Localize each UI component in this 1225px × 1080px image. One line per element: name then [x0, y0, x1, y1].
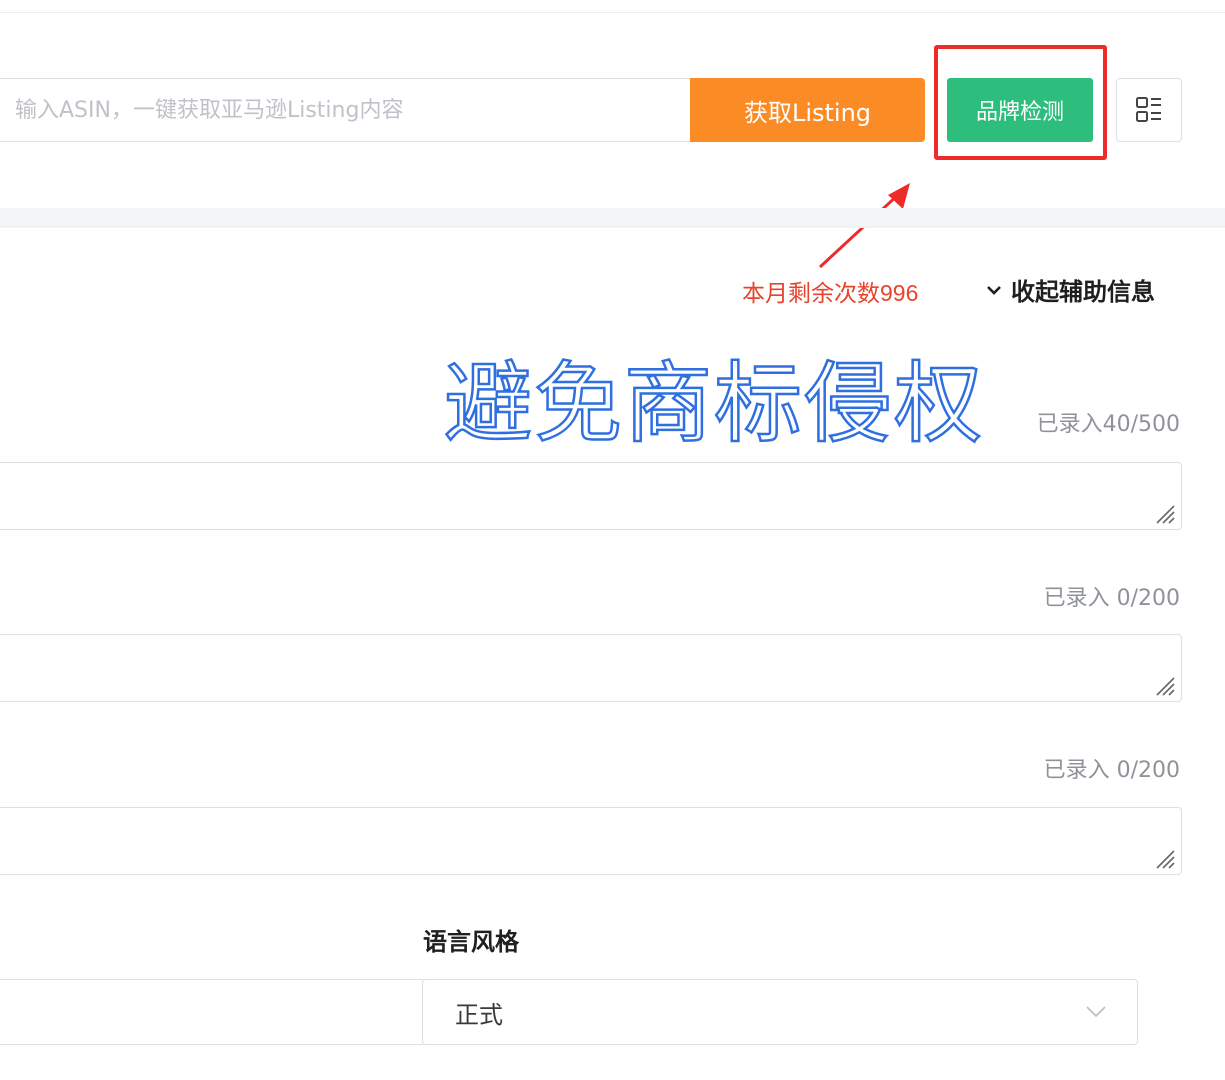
- resize-grip-icon[interactable]: [1153, 674, 1175, 696]
- chevron-down-icon: [987, 285, 1001, 295]
- resize-grip-icon[interactable]: [1153, 847, 1175, 869]
- char-counter: 已录入40/500: [1036, 412, 1180, 437]
- layout-toggle-button[interactable]: [1116, 78, 1182, 142]
- remaining-prefix: 本月剩余次数: [742, 281, 880, 307]
- top-divider: [0, 12, 1225, 13]
- asin-input[interactable]: [0, 78, 690, 142]
- language-style-value: 正式: [455, 1000, 503, 1029]
- language-style-label: 语言风格: [423, 928, 519, 956]
- char-counter: 已录入 0/200: [1043, 586, 1180, 611]
- panel-top-edge: [0, 226, 1225, 227]
- text-field-1[interactable]: [0, 462, 1182, 530]
- collapse-aux-info-toggle[interactable]: 收起辅助信息: [985, 272, 1155, 307]
- text-field-3[interactable]: [0, 807, 1182, 875]
- resize-grip-icon[interactable]: [1153, 502, 1175, 524]
- brand-check-highlight: [934, 45, 1107, 160]
- watermark-text: 避免商标侵权: [443, 352, 985, 455]
- collapse-aux-info-label: 收起辅助信息: [1011, 278, 1155, 306]
- remaining-count-text: 本月剩余次数996: [742, 274, 918, 308]
- remaining-count: 996: [880, 280, 919, 306]
- char-counter: 已录入 0/200: [1043, 758, 1180, 783]
- fetch-listing-button[interactable]: 获取Listing: [690, 78, 925, 142]
- language-style-select[interactable]: 正式: [422, 979, 1138, 1045]
- text-field-2[interactable]: [0, 634, 1182, 702]
- section-separator: [0, 208, 1225, 228]
- layout-toggle-icon: [1136, 97, 1161, 122]
- chevron-down-icon: [1086, 1006, 1106, 1018]
